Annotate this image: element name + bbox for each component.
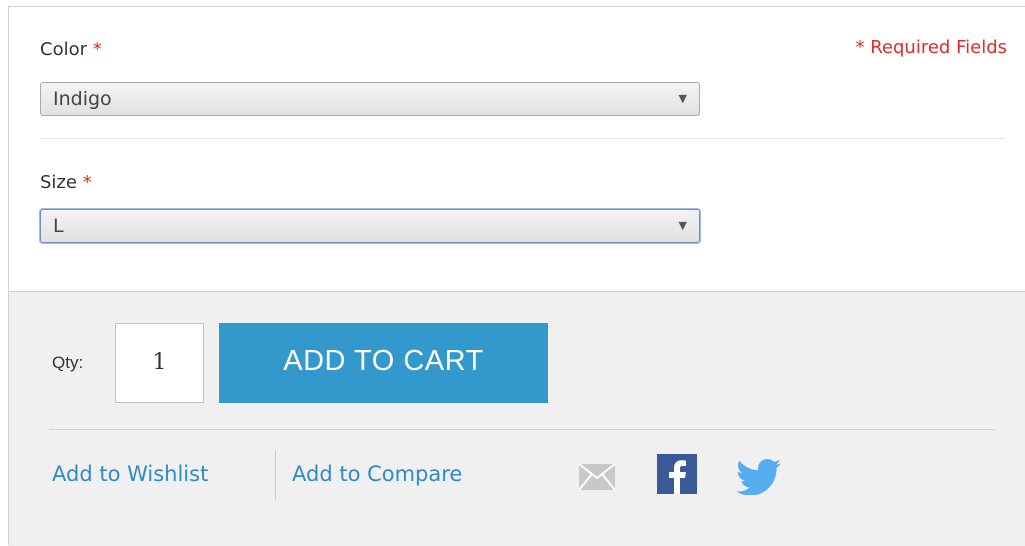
- options-divider: [40, 138, 1005, 139]
- chevron-down-icon: ▼: [678, 219, 687, 232]
- color-select[interactable]: Indigo ▼: [40, 82, 700, 116]
- color-label-text: Color: [40, 39, 87, 60]
- twitter-icon[interactable]: [737, 459, 781, 495]
- size-label-text: Size: [40, 172, 77, 193]
- size-required-mark: *: [82, 172, 92, 193]
- product-options: Color * * Required Fields Indigo ▼ Size …: [9, 7, 1025, 291]
- email-icon[interactable]: [579, 464, 615, 490]
- facebook-icon[interactable]: [657, 454, 697, 494]
- link-separator: [275, 451, 276, 500]
- required-fields-note: * Required Fields: [855, 37, 1007, 58]
- add-to-wishlist-link[interactable]: Add to Wishlist: [52, 462, 208, 486]
- size-select[interactable]: L ▼: [40, 209, 700, 243]
- add-to-cart-button[interactable]: ADD TO CART: [219, 323, 548, 403]
- size-select-value: L: [53, 215, 64, 237]
- color-select-value: Indigo: [53, 88, 112, 110]
- add-to-compare-link[interactable]: Add to Compare: [292, 462, 462, 486]
- qty-input[interactable]: 1: [115, 323, 204, 403]
- color-required-mark: *: [92, 39, 102, 60]
- add-to-cart-area: Qty: 1 ADD TO CART Add to Wishlist Add t…: [9, 291, 1025, 546]
- chevron-down-icon: ▼: [678, 92, 687, 105]
- product-options-panel: Color * * Required Fields Indigo ▼ Size …: [8, 6, 1025, 546]
- size-label: Size *: [40, 172, 92, 193]
- color-label: Color *: [40, 39, 102, 60]
- cart-divider: [49, 429, 995, 430]
- qty-label: Qty:: [52, 353, 84, 372]
